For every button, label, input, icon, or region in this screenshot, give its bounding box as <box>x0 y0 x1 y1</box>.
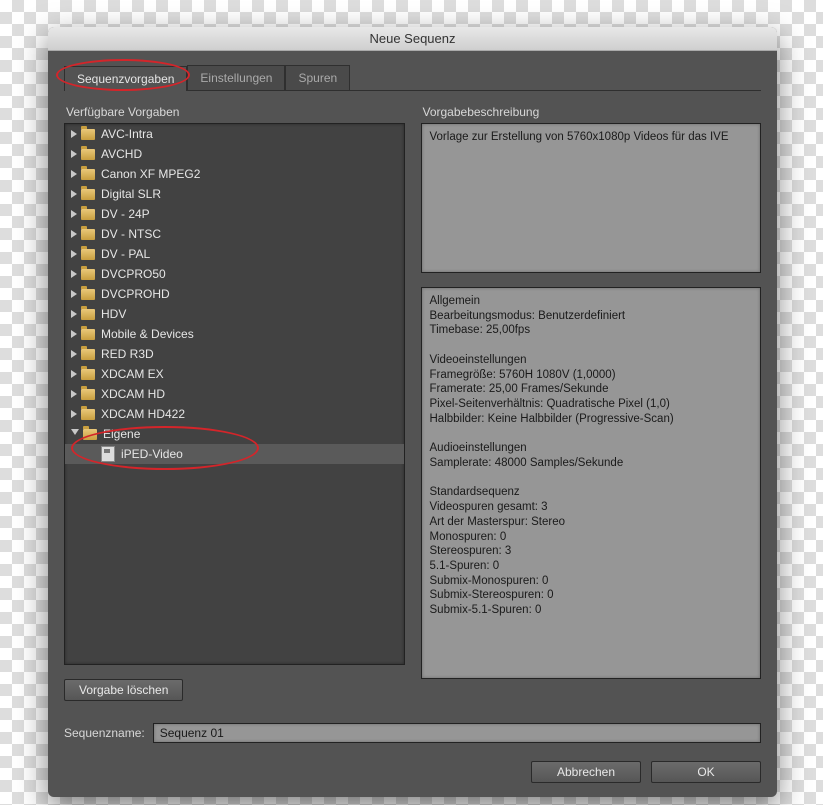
folder-icon <box>81 289 95 300</box>
folder-canon-xf-mpeg2[interactable]: Canon XF MPEG2 <box>65 164 404 184</box>
folder-red-r3d[interactable]: RED R3D <box>65 344 404 364</box>
chevron-right-icon <box>71 190 77 198</box>
chevron-right-icon <box>71 150 77 158</box>
folder-xdcam-ex[interactable]: XDCAM EX <box>65 364 404 384</box>
folder-icon <box>81 349 95 360</box>
chevron-right-icon <box>71 350 77 358</box>
folder-icon <box>81 309 95 320</box>
chevron-right-icon <box>71 230 77 238</box>
folder-icon <box>81 189 95 200</box>
tab-tracks[interactable]: Spuren <box>285 65 350 90</box>
chevron-right-icon <box>71 270 77 278</box>
folder-mobile-devices[interactable]: Mobile & Devices <box>65 324 404 344</box>
preset-description-label: Vorgabebeschreibung <box>421 101 762 123</box>
folder-label: AVC-Intra <box>101 127 153 141</box>
folder-avc-intra[interactable]: AVC-Intra <box>65 124 404 144</box>
chevron-right-icon <box>71 210 77 218</box>
dialog-title: Neue Sequenz <box>48 27 777 51</box>
folder-icon <box>81 409 95 420</box>
folder-icon <box>81 209 95 220</box>
chevron-down-icon <box>71 429 79 439</box>
folder-label: HDV <box>101 307 126 321</box>
chevron-right-icon <box>71 250 77 258</box>
preset-iped-video[interactable]: iPED-Video <box>65 444 404 464</box>
folder-icon <box>81 129 95 140</box>
chevron-right-icon <box>71 130 77 138</box>
chevron-right-icon <box>71 170 77 178</box>
folder-hdv[interactable]: HDV <box>65 304 404 324</box>
folder-avchd[interactable]: AVCHD <box>65 144 404 164</box>
folder-dv-24p[interactable]: DV - 24P <box>65 204 404 224</box>
available-presets-label: Verfügbare Vorgaben <box>64 101 405 123</box>
sequence-name-input[interactable] <box>153 723 761 743</box>
chevron-right-icon <box>71 410 77 418</box>
preset-label: iPED-Video <box>121 447 183 461</box>
folder-label: Digital SLR <box>101 187 161 201</box>
available-presets-panel: Verfügbare Vorgaben AVC-Intra AVCHD Canon … <box>64 101 405 701</box>
chevron-right-icon <box>71 310 77 318</box>
folder-label: DVCPRO50 <box>101 267 166 281</box>
folder-icon <box>83 429 97 440</box>
chevron-right-icon <box>71 390 77 398</box>
folder-icon <box>81 269 95 280</box>
sequence-name-label: Sequenzname: <box>64 726 145 740</box>
folder-label: Eigene <box>103 427 140 441</box>
folder-label: DV - PAL <box>101 247 150 261</box>
folder-icon <box>81 149 95 160</box>
folder-dv-ntsc[interactable]: DV - NTSC <box>65 224 404 244</box>
ok-button[interactable]: OK <box>651 761 761 783</box>
folder-icon <box>81 229 95 240</box>
folder-digital-slr[interactable]: Digital SLR <box>65 184 404 204</box>
folder-label: DVCPROHD <box>101 287 170 301</box>
folder-eigene[interactable]: Eigene <box>65 424 404 444</box>
folder-icon <box>81 169 95 180</box>
preset-icon <box>101 446 115 462</box>
folder-label: DV - NTSC <box>101 227 161 241</box>
folder-icon <box>81 369 95 380</box>
folder-label: Canon XF MPEG2 <box>101 167 200 181</box>
folder-dvcpro50[interactable]: DVCPRO50 <box>65 264 404 284</box>
folder-dvcprohd[interactable]: DVCPROHD <box>65 284 404 304</box>
delete-preset-button[interactable]: Vorgabe löschen <box>64 679 183 701</box>
folder-xdcam-hd[interactable]: XDCAM HD <box>65 384 404 404</box>
folder-label: DV - 24P <box>101 207 150 221</box>
preset-description-panel: Vorgabebeschreibung Vorlage zur Erstellu… <box>421 101 762 701</box>
folder-dv-pal[interactable]: DV - PAL <box>65 244 404 264</box>
folder-icon <box>81 249 95 260</box>
folder-icon <box>81 389 95 400</box>
folder-label: XDCAM HD422 <box>101 407 185 421</box>
folder-label: Mobile & Devices <box>101 327 194 341</box>
dialog-content: Sequenzvorgaben Einstellungen Spuren Ver… <box>48 51 777 797</box>
folder-label: XDCAM EX <box>101 367 164 381</box>
folder-label: XDCAM HD <box>101 387 165 401</box>
new-sequence-dialog: Neue Sequenz Sequenzvorgaben Einstellung… <box>48 27 777 797</box>
chevron-right-icon <box>71 290 77 298</box>
folder-label: AVCHD <box>101 147 142 161</box>
preset-tree[interactable]: AVC-Intra AVCHD Canon XF MPEG2 Digital SLR D… <box>64 123 405 665</box>
tab-bar: Sequenzvorgaben Einstellungen Spuren <box>64 65 761 91</box>
tab-presets[interactable]: Sequenzvorgaben <box>64 66 187 91</box>
preset-description-text: Vorlage zur Erstellung von 5760x1080p Vi… <box>421 123 762 273</box>
folder-label: RED R3D <box>101 347 154 361</box>
sequence-name-row: Sequenzname: <box>64 723 761 743</box>
chevron-right-icon <box>71 370 77 378</box>
folder-icon <box>81 329 95 340</box>
tab-settings[interactable]: Einstellungen <box>187 65 285 90</box>
chevron-right-icon <box>71 330 77 338</box>
preset-details-text: Allgemein Bearbeitungsmodus: Benutzerdef… <box>421 287 762 679</box>
dialog-button-row: Abbrechen OK <box>64 761 761 783</box>
folder-xdcam-hd422[interactable]: XDCAM HD422 <box>65 404 404 424</box>
cancel-button[interactable]: Abbrechen <box>531 761 641 783</box>
